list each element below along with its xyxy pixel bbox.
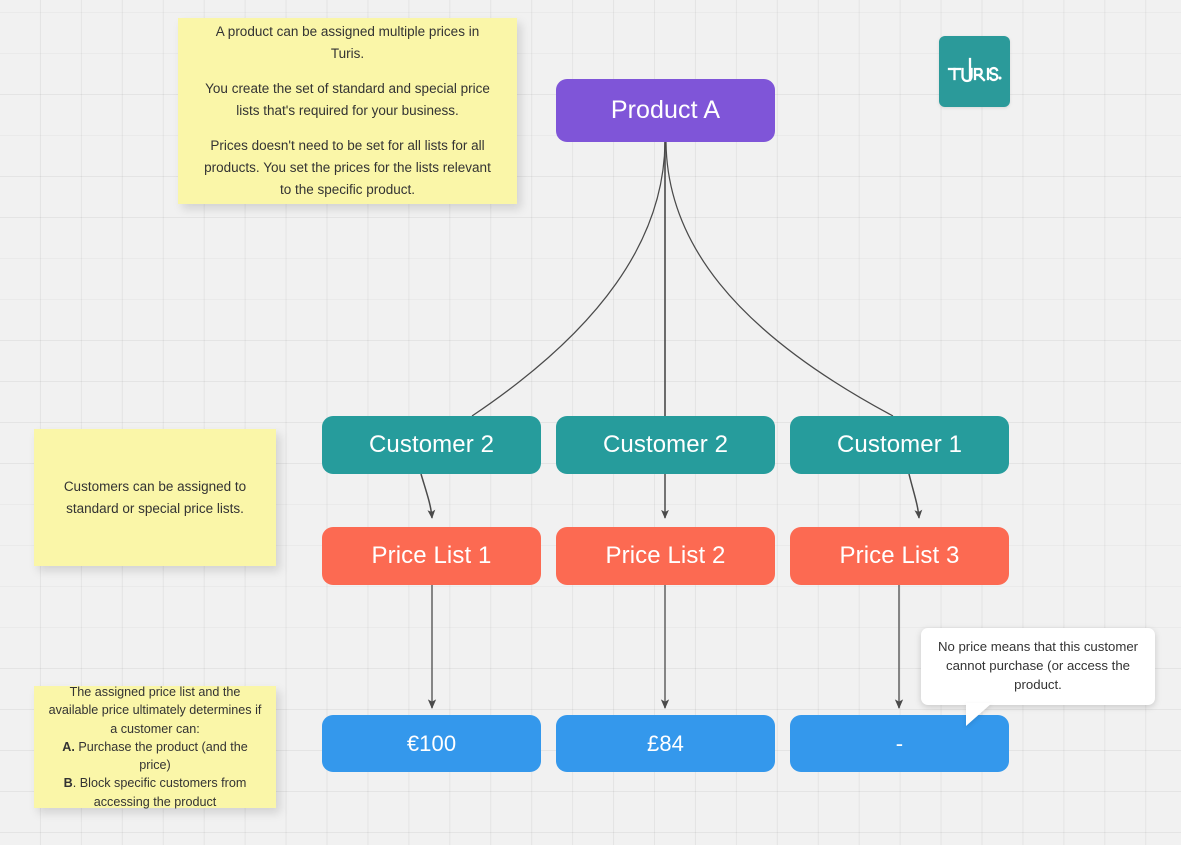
node-customer-2-label: Customer 2 <box>602 431 729 458</box>
node-customer-1-label: Customer 2 <box>368 431 495 458</box>
node-product-a-label: Product A <box>610 96 721 124</box>
sticky-note-1-paragraph-3: Prices doesn't need to be set for all li… <box>204 138 491 198</box>
node-price-list-3[interactable]: Price List 3 <box>790 527 1009 585</box>
callout-no-price[interactable]: No price means that this customer cannot… <box>921 628 1155 705</box>
node-price-list-1-label: Price List 1 <box>371 542 492 569</box>
node-price-list-2[interactable]: Price List 2 <box>556 527 775 585</box>
node-price-2[interactable]: £84 <box>556 715 775 772</box>
node-price-list-1[interactable]: Price List 1 <box>322 527 541 585</box>
sticky-note-1-paragraph-1: A product can be assigned multiple price… <box>215 24 480 61</box>
sticky-note-3-line-1: The assigned price list and the availabl… <box>48 685 262 736</box>
sticky-note-3-line-2: A. Purchase the product (and the price) <box>48 738 262 775</box>
sticky-note-1-paragraph-2: You create the set of standard and speci… <box>205 81 490 119</box>
sticky-note-3-line-3-label: B <box>63 776 73 791</box>
node-customer-3-label: Customer 1 <box>836 431 963 458</box>
sticky-note-3-line-2-label: A. <box>62 739 75 754</box>
node-customer-1[interactable]: Customer 2 <box>322 416 541 474</box>
sticky-note-3-line-3: B. Block specific customers from accessi… <box>48 774 262 811</box>
node-price-list-3-label: Price List 3 <box>839 542 960 569</box>
sticky-note-3-line-3-text: . Block specific customers from accessin… <box>72 776 247 809</box>
diagram-canvas: Product A Customer 2 Customer 2 Customer… <box>0 0 1181 845</box>
edge-product-to-customer-3 <box>665 141 894 417</box>
sticky-note-3-line-2-text: Purchase the product (and the price) <box>74 739 248 773</box>
node-price-2-label: £84 <box>646 730 684 756</box>
turis-logo-icon <box>947 57 1002 82</box>
turis-logo-dot <box>997 75 1002 80</box>
edge-customer3-to-pricelist3 <box>908 473 923 519</box>
node-price-3-label: - <box>895 730 904 756</box>
sticky-note-customers[interactable]: Customers can be assigned to standard or… <box>34 429 276 566</box>
callout-no-price-text: No price means that this customer cannot… <box>937 639 1139 692</box>
node-price-1[interactable]: €100 <box>322 715 541 772</box>
sticky-note-2-paragraph-1: Customers can be assigned to standard or… <box>63 478 247 516</box>
node-price-1-label: €100 <box>406 730 457 756</box>
sticky-note-product-prices[interactable]: A product can be assigned multiple price… <box>178 18 517 204</box>
turis-logo <box>939 36 1010 107</box>
node-customer-3[interactable]: Customer 1 <box>790 416 1009 474</box>
sticky-note-assigned-price-list[interactable]: The assigned price list and the availabl… <box>34 685 276 811</box>
node-price-list-2-label: Price List 2 <box>605 542 726 569</box>
edge-customer1-to-pricelist1 <box>420 473 436 519</box>
callout-tail <box>966 703 992 726</box>
node-product-a[interactable]: Product A <box>556 79 775 142</box>
node-customer-2[interactable]: Customer 2 <box>556 416 775 474</box>
